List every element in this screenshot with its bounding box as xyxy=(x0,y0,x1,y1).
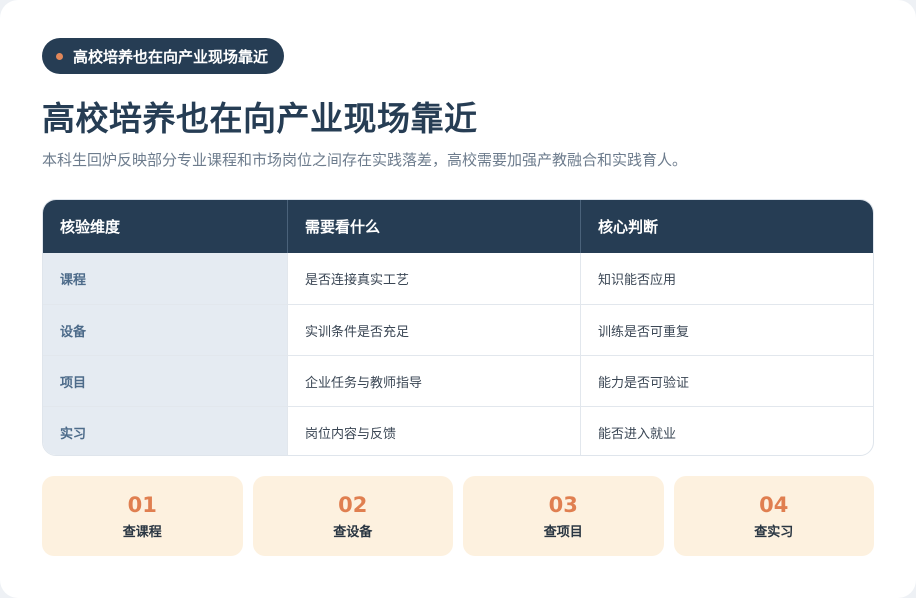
table-row: 设备 实训条件是否充足 训练是否可重复 xyxy=(43,304,873,355)
dimension-cell: 项目 xyxy=(43,356,287,406)
core-judgment-cell: 训练是否可重复 xyxy=(580,305,873,355)
step-label: 查实习 xyxy=(754,524,794,540)
step-cards: 01 查课程 02 查设备 03 查项目 04 查实习 xyxy=(42,476,874,556)
topic-tag-label: 高校培养也在向产业现场靠近 xyxy=(73,47,269,66)
content-card: 高校培养也在向产业现场靠近 高校培养也在向产业现场靠近 本科生回炉反映部分专业课… xyxy=(0,0,916,598)
topic-tag: 高校培养也在向产业现场靠近 xyxy=(42,38,285,74)
table-row: 实习 岗位内容与反馈 能否进入就业 xyxy=(43,406,873,455)
step-card: 02 查设备 xyxy=(252,476,453,556)
step-label: 查课程 xyxy=(122,524,162,540)
column-header: 核验维度 xyxy=(60,218,121,236)
table-header-row: 核验维度 需要看什么 核心判断 xyxy=(43,200,873,253)
step-number: 01 xyxy=(127,492,157,517)
step-number: 04 xyxy=(759,492,789,517)
step-label: 查设备 xyxy=(333,524,373,540)
column-header: 需要看什么 xyxy=(287,200,580,253)
page-subtitle: 本科生回炉反映部分专业课程和市场岗位之间存在实践落差，高校需要加强产教融合和实践… xyxy=(42,151,688,169)
table-body: 课程 是否连接真实工艺 知识能否应用 设备 实训条件是否充足 训练是否可重复 项… xyxy=(43,253,873,455)
dimension-cell: 课程 xyxy=(43,253,287,304)
what-to-check-cell: 岗位内容与反馈 xyxy=(287,407,580,455)
step-card: 04 查实习 xyxy=(673,476,874,556)
step-number: 03 xyxy=(548,492,578,517)
core-judgment-cell: 能力是否可验证 xyxy=(580,356,873,406)
step-number: 02 xyxy=(338,492,368,517)
page-title: 高校培养也在向产业现场靠近 xyxy=(42,99,478,138)
dimension-cell: 设备 xyxy=(43,305,287,355)
what-to-check-cell: 实训条件是否充足 xyxy=(287,305,580,355)
core-judgment-cell: 知识能否应用 xyxy=(580,253,873,304)
step-label: 查项目 xyxy=(543,524,583,540)
table-row: 课程 是否连接真实工艺 知识能否应用 xyxy=(43,253,873,304)
core-judgment-cell: 能否进入就业 xyxy=(580,407,873,455)
what-to-check-cell: 是否连接真实工艺 xyxy=(287,253,580,304)
table-row: 项目 企业任务与教师指导 能力是否可验证 xyxy=(43,355,873,406)
bullet-dot-icon xyxy=(56,52,63,60)
what-to-check-cell: 企业任务与教师指导 xyxy=(287,356,580,406)
step-card: 01 查课程 xyxy=(42,476,243,556)
check-table: 核验维度 需要看什么 核心判断 课程 是否连接真实工艺 知识能否应用 设备 实训… xyxy=(42,199,874,456)
dimension-cell: 实习 xyxy=(43,407,287,455)
step-card: 03 查项目 xyxy=(463,476,664,556)
column-header: 核心判断 xyxy=(580,200,873,253)
